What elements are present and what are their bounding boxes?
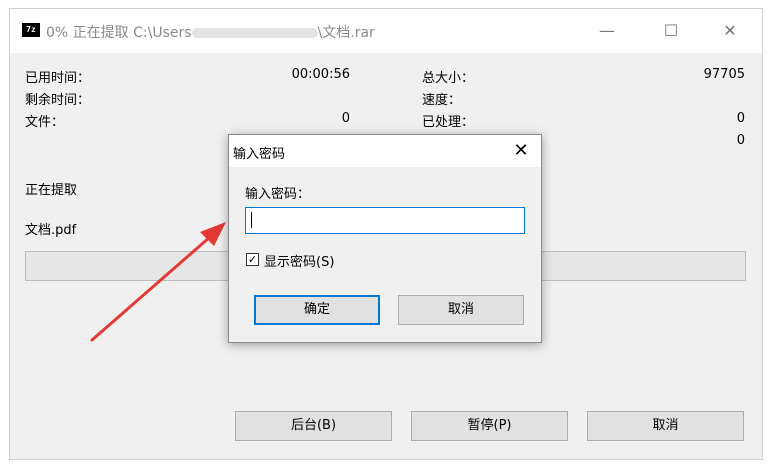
files-value: 0 (341, 111, 350, 126)
redacted-path-segment (191, 28, 318, 38)
processed-label: 已处理： (422, 115, 475, 130)
elapsed-time-value: 00:00:56 (291, 67, 350, 82)
cancel-button[interactable]: 取消 (587, 411, 744, 441)
dialog-close-icon[interactable]: ✕ (501, 135, 541, 167)
current-file-name: 文档.pdf (25, 223, 77, 238)
extracting-label: 正在提取 (25, 183, 78, 198)
password-input[interactable] (245, 207, 525, 234)
speed-label: 速度： (422, 93, 462, 108)
elapsed-time-label: 已用时间： (25, 71, 91, 86)
dialog-cancel-button[interactable]: 取消 (398, 295, 524, 325)
processed-value: 0 (736, 111, 745, 126)
pause-button[interactable]: 暂停(P) (411, 411, 568, 441)
password-dialog: 输入密码 ✕ 输入密码： ✓ 显示密码(S) 确定 取消 (228, 134, 542, 343)
dialog-title-bar[interactable]: 输入密码 ✕ (229, 135, 541, 167)
background-button[interactable]: 后台(B) (235, 411, 392, 441)
hidden-row-value: 0 (736, 133, 745, 148)
window-title-prefix: 0% 正在提取 C:\Users (46, 25, 192, 41)
password-field-label: 输入密码： (245, 187, 311, 202)
total-size-value: 97705 (703, 67, 745, 82)
show-password-checkbox[interactable]: ✓ (246, 253, 259, 266)
remaining-time-label: 剩余时间： (25, 93, 91, 108)
maximize-icon[interactable]: ☐ (648, 9, 694, 53)
text-caret (251, 212, 252, 228)
files-label: 文件： (25, 115, 65, 130)
close-icon[interactable]: ✕ (707, 9, 753, 53)
7zip-app-icon: 7z (22, 23, 40, 37)
total-size-label: 总大小： (422, 71, 475, 86)
ok-button[interactable]: 确定 (254, 295, 380, 325)
minimize-icon[interactable]: — (584, 9, 630, 53)
show-password-label[interactable]: 显示密码(S) (264, 251, 334, 270)
title-bar[interactable]: 7z 0% 正在提取 C:\Users \文档.rar — ☐ ✕ (10, 9, 762, 53)
window-title: 0% 正在提取 C:\Users \文档.rar (46, 22, 375, 42)
dialog-title: 输入密码 (233, 147, 286, 162)
window-title-suffix: \文档.rar (317, 25, 375, 41)
